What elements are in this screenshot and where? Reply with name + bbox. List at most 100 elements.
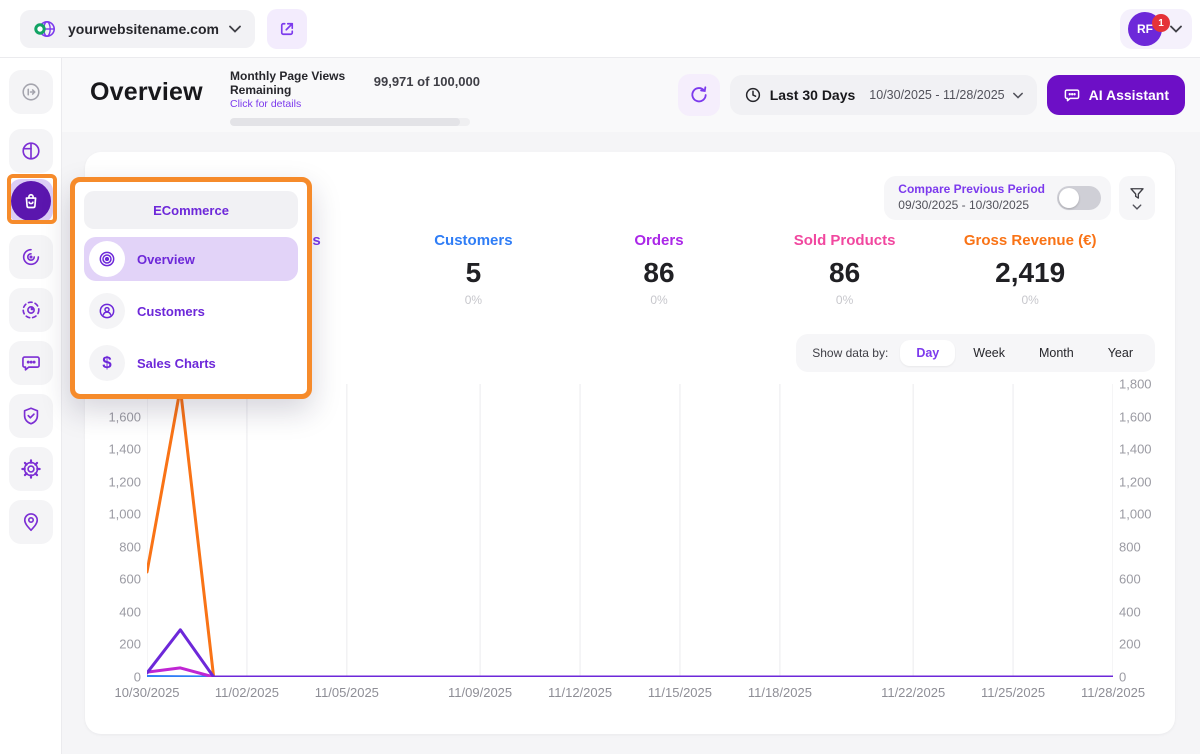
show-data-option-week[interactable]: Week [957,340,1021,366]
pageviews-progressbar [230,118,470,126]
sidebar-item-feedback[interactable] [9,341,53,385]
metric-label: Customers [381,232,567,249]
chevron-down-icon [1170,25,1182,33]
x-tick-label: 11/05/2025 [315,685,379,700]
x-tick-label: 11/25/2025 [981,685,1045,700]
metric-delta: 0% [381,293,567,307]
y-axis-right: 02004006008001,0001,2001,4001,6001,800 [1113,384,1161,677]
y-tick-label: 1,000 [108,507,141,522]
flyout-title: ECommerce [84,191,298,229]
y-tick-label: 800 [1119,539,1141,554]
pageviews-details-link[interactable]: Click for details [230,98,368,110]
metric-customers: Customers 5 0% [381,232,567,307]
metric-delta: 0% [937,293,1123,307]
ecommerce-bag-icon [21,191,41,211]
ai-chat-icon [1063,86,1081,104]
range-dates: 10/30/2025 - 11/28/2025 [869,88,1004,102]
sidebar-item-privacy[interactable] [9,394,53,438]
metric-value: 5 [381,257,567,289]
y-tick-label: 400 [119,604,141,619]
flyout-item-sales-charts[interactable]: $Sales Charts [84,341,298,385]
y-tick-label: 400 [1119,604,1141,619]
metric-value: 86 [752,257,938,289]
chevron-down-icon [1013,92,1023,99]
metric-delta: 0% [566,293,752,307]
x-tick-label: 11/09/2025 [448,685,512,700]
x-axis: 10/30/202511/02/202511/05/202511/09/2025… [147,677,1113,707]
y-tick-label: 1,600 [108,409,141,424]
filter-funnel-icon [1128,186,1146,202]
sidebar-item-behavior[interactable] [9,235,53,279]
flyout-item-overview[interactable]: Overview [84,237,298,281]
date-range-selector[interactable]: Last 30 Days 10/30/2025 - 11/28/2025 [730,75,1037,115]
metric-gross-revenue: Gross Revenue (€) 2,419 0% [937,232,1123,307]
refresh-button[interactable] [678,74,720,116]
sidebar-item-recordings[interactable] [9,288,53,332]
analytics-icon [20,140,42,162]
line-series-gross-revenue [147,388,1113,677]
sales-line-chart: 02004006008001,0001,2001,4001,6001,800 0… [99,384,1161,714]
compare-dates: 09/30/2025 - 10/30/2025 [898,198,1045,214]
y-tick-label: 1,400 [108,442,141,457]
globe-icon [34,18,58,40]
site-selector[interactable]: yourwebsitename.com [20,10,255,48]
x-tick-label: 11/18/2025 [748,685,812,700]
user-menu[interactable]: RF 1 [1120,9,1192,49]
session-recording-icon [20,299,42,321]
y-tick-label: 1,400 [1119,442,1152,457]
compare-label: Compare Previous Period [898,182,1045,198]
chevron-down-icon [229,25,241,33]
topbar: yourwebsitename.com RF 1 [0,0,1200,58]
refresh-icon [689,85,709,105]
chevron-down-icon [1132,204,1142,210]
site-name: yourwebsitename.com [68,21,219,37]
open-site-button[interactable] [267,9,307,49]
metric-orders: Orders860% [566,232,752,307]
sidebar-item-collapse[interactable] [9,70,53,114]
compare-toggle[interactable] [1057,186,1101,210]
y-tick-label: 1,600 [1119,409,1152,424]
y-tick-label: 1,200 [1119,474,1152,489]
sidebar-item-locations[interactable] [9,500,53,544]
y-tick-label: 800 [119,539,141,554]
ai-assistant-button[interactable]: AI Assistant [1047,75,1185,115]
y-tick-label: 0 [1119,670,1126,685]
settings-gear-icon [20,458,42,480]
clock-icon [744,86,762,104]
y-tick-label: 1,000 [1119,507,1152,522]
x-tick-label: 11/22/2025 [881,685,945,700]
show-data-option-year[interactable]: Year [1092,340,1149,366]
person-icon [89,293,125,329]
show-data-by-label: Show data by: [812,346,888,360]
metrics-row: SessionsCustomers50%Orders860%Sold Produ… [195,232,1123,307]
flyout-item-label: Customers [137,304,205,319]
page-header: Overview Monthly Page Views Remaining Cl… [62,58,1200,132]
sidebar-item-analytics[interactable] [9,129,53,173]
metric-delta: 0% [752,293,938,307]
x-tick-label: 10/30/2025 [114,685,179,700]
sidebar-item-settings[interactable] [9,447,53,491]
sidebar-item-ecommerce[interactable] [9,179,53,223]
show-data-option-month[interactable]: Month [1023,340,1090,366]
y-tick-label: 1,800 [1119,377,1152,392]
metric-label: Gross Revenue (€) [937,232,1123,249]
y-tick-label: 0 [134,670,141,685]
location-pin-icon [20,511,42,533]
sidebar [0,58,62,754]
privacy-shield-icon [20,405,42,427]
metric-value: 2,419 [937,257,1123,289]
x-tick-label: 11/02/2025 [215,685,279,700]
dollar-icon: $ [89,345,125,381]
flyout-item-customers[interactable]: Customers [84,289,298,333]
filter-button[interactable] [1119,176,1155,220]
x-tick-label: 11/28/2025 [1081,685,1145,700]
x-tick-label: 11/12/2025 [548,685,612,700]
behavior-spiral-icon [20,246,42,268]
line-series-sessions [147,630,1113,677]
chart-plot-area [147,384,1113,677]
show-data-option-day[interactable]: Day [900,340,955,366]
y-axis-left: 02004006008001,0001,2001,4001,6001,800 [99,384,147,677]
ecommerce-flyout-menu: ECommerce Overview Customers $Sales Charts [70,177,312,399]
feedback-chat-icon [20,352,42,374]
y-tick-label: 600 [1119,572,1141,587]
